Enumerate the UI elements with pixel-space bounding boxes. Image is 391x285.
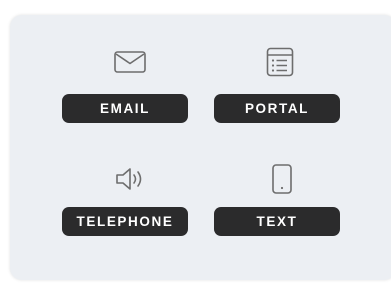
contact-method-card bbox=[10, 15, 391, 280]
smartphone-icon bbox=[271, 163, 293, 195]
portal-button[interactable]: PORTAL bbox=[214, 94, 340, 123]
portal-button-label: PORTAL bbox=[244, 101, 310, 116]
text-button-label: TEXT bbox=[256, 214, 298, 229]
telephone-button-label: TELEPHONE bbox=[76, 214, 174, 229]
text-button[interactable]: TEXT bbox=[214, 207, 340, 236]
envelope-icon bbox=[113, 50, 147, 74]
telephone-button[interactable]: TELEPHONE bbox=[62, 207, 188, 236]
speaker-volume-icon bbox=[114, 166, 146, 192]
document-list-icon bbox=[266, 47, 294, 77]
email-button[interactable]: EMAIL bbox=[62, 94, 188, 123]
email-button-label: EMAIL bbox=[100, 101, 150, 116]
